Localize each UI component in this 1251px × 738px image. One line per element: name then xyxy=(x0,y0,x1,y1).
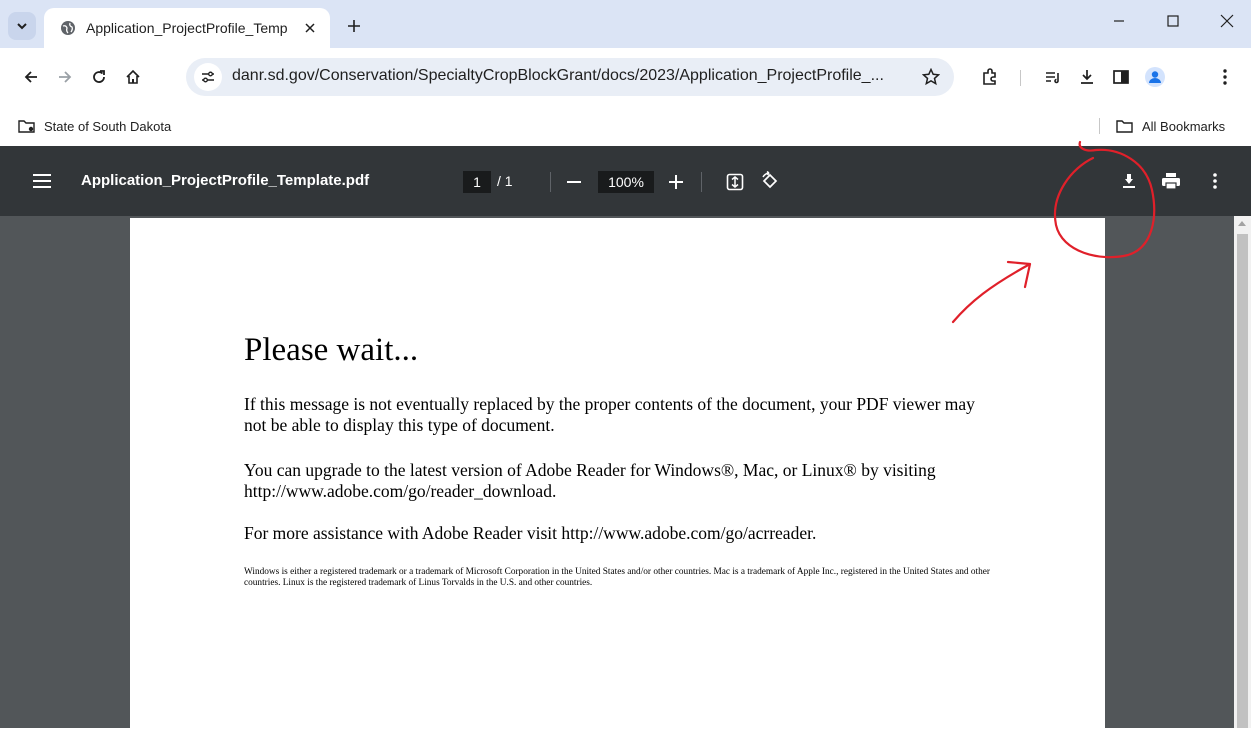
reload-icon xyxy=(93,70,105,83)
tab-title: Application_ProjectProfile_Temp xyxy=(86,20,288,36)
minus-icon xyxy=(567,181,581,183)
pdf-page: Please wait... If this message is not ev… xyxy=(130,218,1105,738)
tune-icon xyxy=(202,71,214,83)
scroll-up-arrow[interactable] xyxy=(1238,221,1246,226)
minimize-button[interactable] xyxy=(1096,0,1142,42)
folder-managed-icon xyxy=(18,120,35,133)
all-bookmarks-button[interactable]: All Bookmarks xyxy=(1116,114,1225,138)
zoom-out-button[interactable] xyxy=(560,168,588,196)
rotate-button[interactable] xyxy=(756,167,784,195)
vertical-scrollbar[interactable] xyxy=(1234,216,1251,728)
scrollbar-thumb[interactable] xyxy=(1237,234,1248,728)
fit-page-icon xyxy=(726,173,744,191)
side-panel-button[interactable] xyxy=(1106,62,1136,92)
avatar-icon xyxy=(1145,67,1165,87)
puzzle-icon xyxy=(983,68,996,85)
pdf-toolbar-divider xyxy=(701,172,702,192)
media-controls-icon xyxy=(1046,72,1059,84)
print-icon xyxy=(1162,173,1180,190)
pdf-toolbar: Application_ProjectProfile_Template.pdf … xyxy=(0,146,1251,216)
maximize-icon xyxy=(1167,15,1179,27)
close-icon xyxy=(305,23,315,33)
bookmark-label: State of South Dakota xyxy=(44,118,172,134)
plus-icon xyxy=(669,175,683,189)
page-number-input[interactable]: 1 xyxy=(463,171,491,193)
address-bar[interactable]: danr.sd.gov/Conservation/SpecialtyCropBl… xyxy=(186,58,954,96)
home-button[interactable] xyxy=(118,62,148,92)
reload-button[interactable] xyxy=(84,62,114,92)
new-tab-button[interactable] xyxy=(340,12,368,40)
trademark-note: Windows is either a registered trademark… xyxy=(244,567,990,588)
pdf-toolbar-divider xyxy=(550,172,551,192)
browser-menu-button[interactable] xyxy=(1210,62,1240,92)
more-vert-icon xyxy=(1213,173,1217,189)
document-heading: Please wait... xyxy=(244,332,419,368)
pdf-filename: Application_ProjectProfile_Template.pdf xyxy=(81,172,370,189)
minimize-icon xyxy=(1114,20,1124,22)
page-total: / 1 xyxy=(497,173,513,189)
pdf-menu-button[interactable] xyxy=(28,167,56,195)
chevron-down-icon xyxy=(17,23,27,30)
star-icon xyxy=(922,68,940,86)
pdf-viewer-area[interactable]: Please wait... If this message is not ev… xyxy=(0,216,1251,738)
bookmarks-bar: State of South Dakota All Bookmarks xyxy=(0,106,1251,146)
zoom-in-button[interactable] xyxy=(662,168,690,196)
bookmark-folder-state-of-south-dakota[interactable]: State of South Dakota xyxy=(18,114,171,138)
document-paragraph: For more assistance with Adobe Reader vi… xyxy=(244,523,817,543)
back-button[interactable] xyxy=(16,62,46,92)
bookmark-star-button[interactable] xyxy=(920,66,942,88)
side-panel-icon xyxy=(1113,70,1129,84)
download-icon xyxy=(1081,70,1093,84)
extensions-button[interactable] xyxy=(975,62,1005,92)
profile-button[interactable] xyxy=(1140,62,1170,92)
browser-toolbar: danr.sd.gov/Conservation/SpecialtyCropBl… xyxy=(0,48,1251,106)
folder-icon xyxy=(1116,120,1133,133)
more-vert-icon xyxy=(1223,69,1227,85)
url-text[interactable]: danr.sd.gov/Conservation/SpecialtyCropBl… xyxy=(232,67,912,85)
plus-icon xyxy=(348,20,360,32)
downloads-button[interactable] xyxy=(1072,62,1102,92)
fit-to-page-button[interactable] xyxy=(721,168,749,196)
pdf-more-actions-button[interactable] xyxy=(1201,167,1229,195)
pdf-print-button[interactable] xyxy=(1157,167,1185,195)
all-bookmarks-label: All Bookmarks xyxy=(1142,118,1226,134)
rotate-icon xyxy=(762,171,778,189)
reading-list-button[interactable] xyxy=(1038,62,1068,92)
download-icon xyxy=(1123,174,1135,188)
globe-icon xyxy=(61,21,75,35)
tab-close-button[interactable] xyxy=(300,18,320,38)
document-paragraph: If this message is not eventually replac… xyxy=(244,394,975,435)
tab-search-button[interactable] xyxy=(8,12,36,40)
browser-tab[interactable]: Application_ProjectProfile_Temp xyxy=(44,8,330,48)
bookmarks-divider xyxy=(1099,118,1100,134)
hamburger-icon xyxy=(33,174,51,188)
pdf-download-button[interactable] xyxy=(1115,167,1143,195)
home-icon xyxy=(126,69,140,84)
document-paragraph: You can upgrade to the latest version of… xyxy=(244,460,936,501)
maximize-button[interactable] xyxy=(1150,0,1196,42)
close-icon xyxy=(1220,14,1234,28)
toolbar-divider xyxy=(1020,70,1021,86)
forward-button[interactable] xyxy=(50,62,80,92)
close-window-button[interactable] xyxy=(1204,0,1250,42)
zoom-input[interactable]: 100% xyxy=(598,171,654,193)
site-info-button[interactable] xyxy=(194,63,222,91)
arrow-right-icon xyxy=(59,71,72,83)
arrow-left-icon xyxy=(24,71,37,83)
tab-strip: Application_ProjectProfile_Temp xyxy=(0,0,1251,48)
